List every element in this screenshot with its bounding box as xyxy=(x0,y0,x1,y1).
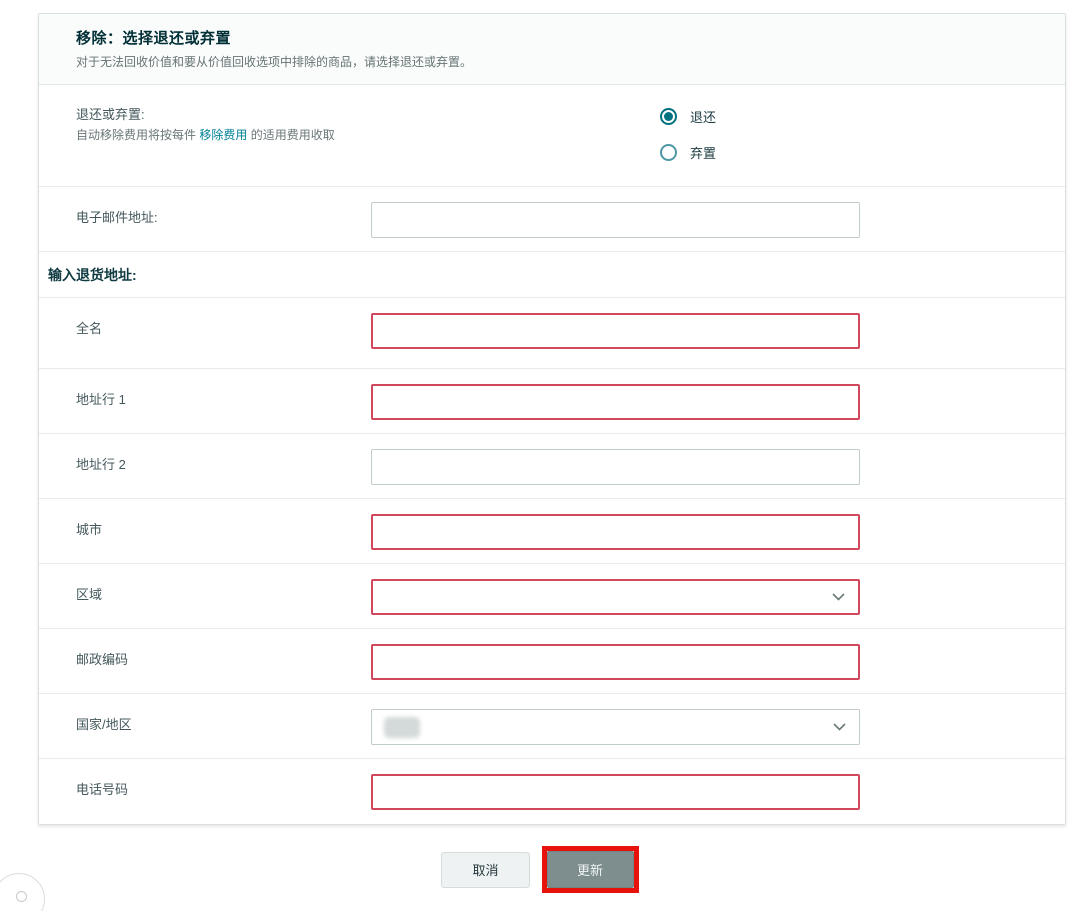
removal-fee-link[interactable]: 移除费用 xyxy=(199,128,247,142)
return-dispose-radio-group: 退还 弃置 xyxy=(660,104,716,162)
region-row: 区域 xyxy=(39,564,1065,629)
annotation-highlight-box: 更新 xyxy=(541,846,639,893)
removal-settings-card: 移除：选择退还或弃置 对于无法回收价值和要从价值回收选项中排除的商品，请选择退还… xyxy=(38,13,1066,825)
full-name-row: 全名 xyxy=(39,298,1065,369)
card-header: 移除：选择退还或弃置 对于无法回收价值和要从价值回收选项中排除的商品，请选择退还… xyxy=(39,14,1065,85)
help-text-prefix: 自动移除费用将按每件 xyxy=(76,128,200,142)
return-or-dispose-label: 退还或弃置: xyxy=(76,107,145,122)
radio-unselected-icon xyxy=(660,144,677,161)
cancel-button[interactable]: 取消 xyxy=(441,851,530,888)
radio-return[interactable]: 退还 xyxy=(660,107,716,126)
phone-label: 电话号码 xyxy=(76,782,129,797)
page-title: 移除：选择退还或弃置 xyxy=(76,30,232,47)
return-or-dispose-label-block: 退还或弃置: 自动移除费用将按每件 移除费用 的适用费用收取 xyxy=(76,104,516,143)
city-input[interactable] xyxy=(371,514,860,550)
country-label: 国家/地区 xyxy=(76,717,132,732)
address-section-header: 输入退货地址: xyxy=(39,252,1065,298)
radio-dispose-label: 弃置 xyxy=(690,146,717,161)
chevron-down-icon xyxy=(833,723,846,731)
redacted-country-value xyxy=(384,716,420,738)
full-name-input[interactable] xyxy=(371,313,860,349)
return-or-dispose-row: 退还或弃置: 自动移除费用将按每件 移除费用 的适用费用收取 退还 弃置 xyxy=(39,85,1065,187)
update-button[interactable]: 更新 xyxy=(546,851,634,888)
page-subtitle: 对于无法回收价值和要从价值回收选项中排除的商品，请选择退还或弃置。 xyxy=(76,55,473,69)
radio-selected-icon xyxy=(660,108,677,125)
email-input[interactable] xyxy=(371,202,860,238)
address-line-1-input[interactable] xyxy=(371,384,860,420)
city-label: 城市 xyxy=(76,522,103,537)
postal-code-row: 邮政编码 xyxy=(39,629,1065,694)
email-label: 电子邮件地址: xyxy=(76,210,158,225)
chevron-down-icon xyxy=(832,593,845,601)
removal-fee-help-text: 自动移除费用将按每件 移除费用 的适用费用收取 xyxy=(76,126,516,143)
region-select[interactable] xyxy=(371,579,860,615)
postal-code-input[interactable] xyxy=(371,644,860,680)
radio-dispose[interactable]: 弃置 xyxy=(660,143,716,162)
address-line-2-label: 地址行 2 xyxy=(76,457,126,472)
country-row: 国家/地区 xyxy=(39,694,1065,759)
postal-code-label: 邮政编码 xyxy=(76,652,129,667)
full-name-label: 全名 xyxy=(76,321,103,336)
address-line-1-row: 地址行 1 xyxy=(39,369,1065,434)
country-select[interactable] xyxy=(371,709,860,745)
help-text-suffix: 的适用费用收取 xyxy=(247,128,335,142)
address-line-1-label: 地址行 1 xyxy=(76,392,126,407)
phone-input[interactable] xyxy=(371,774,860,810)
action-bar: 取消 更新 xyxy=(0,846,1080,893)
city-row: 城市 xyxy=(39,499,1065,564)
radio-return-label: 退还 xyxy=(690,110,717,125)
address-line-2-row: 地址行 2 xyxy=(39,434,1065,499)
address-line-2-input[interactable] xyxy=(371,449,860,485)
feedback-widget-dot-icon xyxy=(16,890,27,902)
email-row: 电子邮件地址: xyxy=(39,187,1065,252)
region-label: 区域 xyxy=(76,587,103,602)
phone-row: 电话号码 xyxy=(39,759,1065,824)
address-section-title: 输入退货地址: xyxy=(48,266,137,283)
